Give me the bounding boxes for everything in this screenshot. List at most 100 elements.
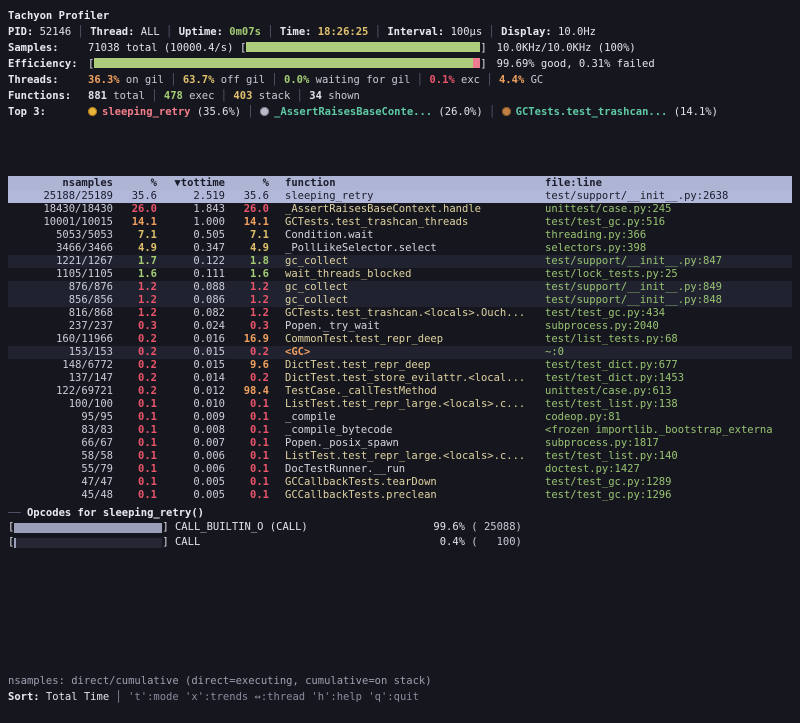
profiler-window: Tachyon Profiler PID: 52146 │ Thread: AL…: [0, 0, 800, 723]
file-line-cell: unittest/case.py:245: [537, 203, 792, 216]
file-line-cell: codeop.py:81: [537, 411, 792, 424]
opcode-bar: [14, 523, 162, 533]
efficiency-line: Efficiency:[]99.69% good, 0.31% failed: [8, 56, 792, 72]
tottime-cell: 0.122: [157, 255, 225, 268]
silver-medal-icon: [260, 107, 269, 116]
function-count-value: 478: [164, 90, 183, 102]
samples-bar-close-bracket: ]: [480, 42, 486, 54]
table-row[interactable]: 55/790.10.0060.1DocTestRunner.__rundocte…: [8, 463, 792, 476]
pct-direct-cell: 1.6: [113, 268, 157, 281]
nsamples-cell: 153/153: [8, 346, 113, 359]
pct-cumulative-cell: 0.2: [225, 346, 269, 359]
pct-direct-cell: 1.2: [113, 281, 157, 294]
nsamples-cell: 58/58: [8, 450, 113, 463]
opcode-count: ( 25088): [465, 520, 522, 535]
pct-cumulative-cell: 0.1: [225, 424, 269, 437]
table-row[interactable]: 816/8681.20.0821.2GCTests.test_trashcan.…: [8, 307, 792, 320]
table-row[interactable]: 3466/34664.90.3474.9_PollLikeSelector.se…: [8, 242, 792, 255]
functions-line: Functions:881 total │ 478 exec │ 403 sta…: [8, 88, 792, 104]
separator: │: [145, 90, 164, 102]
table-row[interactable]: 122/697210.20.01298.4TestCase._callTestM…: [8, 385, 792, 398]
function-cell: GCCallbackTests.preclean: [269, 489, 537, 502]
threads-label: Threads:: [8, 72, 88, 88]
pct-direct-cell: 0.1: [113, 489, 157, 502]
nsamples-cell: 1221/1267: [8, 255, 113, 268]
tottime-cell: 0.005: [157, 476, 225, 489]
pct-direct-cell: 4.9: [113, 242, 157, 255]
file-line-cell: test/test_gc.py:434: [537, 307, 792, 320]
pct-cumulative-cell: 1.2: [225, 294, 269, 307]
pct-cumulative-cell: 0.1: [225, 476, 269, 489]
separator: │: [261, 26, 280, 38]
pct-cumulative-cell: 9.6: [225, 359, 269, 372]
table-row[interactable]: 1221/12671.70.1221.8gc_collecttest/suppo…: [8, 255, 792, 268]
function-cell: DictTest.test_repr_deep: [269, 359, 537, 372]
nsamples-cell: 160/11966: [8, 333, 113, 346]
file-line-cell: test/support/__init__.py:848: [537, 294, 792, 307]
header-file-line[interactable]: file:line: [537, 176, 792, 190]
pct-direct-cell: 0.1: [113, 463, 157, 476]
efficiency-bar-good-fill: [94, 58, 472, 68]
table-row[interactable]: 100/1000.10.0100.1ListTest.test_repr_lar…: [8, 398, 792, 411]
header-pct-direct[interactable]: %: [113, 176, 157, 190]
table-row[interactable]: 856/8561.20.0861.2gc_collecttest/support…: [8, 294, 792, 307]
table-row[interactable]: 10001/1001514.11.00014.1GCTests.test_tra…: [8, 216, 792, 229]
file-line-cell: test/lock_tests.py:25: [537, 268, 792, 281]
nsamples-cell: 83/83: [8, 424, 113, 437]
stat-label: Uptime:: [179, 26, 230, 38]
separator: │: [482, 26, 501, 38]
pct-direct-cell: 0.2: [113, 359, 157, 372]
table-row[interactable]: 148/67720.20.0159.6DictTest.test_repr_de…: [8, 359, 792, 372]
tottime-cell: 2.519: [157, 190, 225, 203]
separator: │: [160, 26, 179, 38]
header-tottime-sorted[interactable]: ▼tottime: [157, 176, 225, 190]
thread-state-name: GC: [524, 74, 543, 86]
table-row[interactable]: 1105/11051.60.1111.6wait_threads_blocked…: [8, 268, 792, 281]
header-nsamples[interactable]: nsamples: [8, 176, 113, 190]
table-row[interactable]: 5053/50537.10.5057.1Condition.waitthread…: [8, 229, 792, 242]
file-line-cell: test/support/__init__.py:2638: [537, 190, 792, 203]
pct-cumulative-cell: 1.2: [225, 307, 269, 320]
table-row[interactable]: 153/1530.20.0150.2<GC>~:0: [8, 346, 792, 359]
table-row[interactable]: 18430/1843026.01.84326.0_AssertRaisesBas…: [8, 203, 792, 216]
pct-direct-cell: 1.2: [113, 307, 157, 320]
file-line-cell: test/test_gc.py:1296: [537, 489, 792, 502]
nsamples-cell: 876/876: [8, 281, 113, 294]
stat-value: ALL: [141, 26, 160, 38]
table-row[interactable]: 160/119660.20.01616.9CommonTest.test_rep…: [8, 333, 792, 346]
pct-cumulative-cell: 26.0: [225, 203, 269, 216]
file-line-cell: selectors.py:398: [537, 242, 792, 255]
table-row[interactable]: 83/830.10.0080.1_compile_bytecode<frozen…: [8, 424, 792, 437]
header-pct-cumulative[interactable]: %: [225, 176, 269, 190]
tottime-cell: 0.014: [157, 372, 225, 385]
stat-label: PID:: [8, 26, 40, 38]
efficiency-summary-text: 99.69% good, 0.31% failed: [497, 58, 655, 70]
threads-line: Threads:36.3% on gil │ 63.7% off gil │ 0…: [8, 72, 792, 88]
pct-cumulative-cell: 0.1: [225, 398, 269, 411]
table-row[interactable]: 237/2370.30.0240.3Popen._try_waitsubproc…: [8, 320, 792, 333]
separator: │: [214, 90, 233, 102]
function-cell: wait_threads_blocked: [269, 268, 537, 281]
table-row[interactable]: 47/470.10.0050.1GCCallbackTests.tearDown…: [8, 476, 792, 489]
top-function-name[interactable]: _AssertRaisesBaseConte...: [274, 106, 432, 118]
tottime-cell: 0.347: [157, 242, 225, 255]
table-row[interactable]: 25188/2518935.62.51935.6sleeping_retryte…: [8, 190, 792, 203]
file-line-cell: subprocess.py:1817: [537, 437, 792, 450]
samples-bar: [246, 42, 480, 52]
function-count-name: exec: [183, 90, 215, 102]
table-row[interactable]: 45/480.10.0050.1GCCallbackTests.preclean…: [8, 489, 792, 502]
thread-state-pct: 63.7%: [183, 74, 215, 86]
table-row[interactable]: 95/950.10.0090.1_compilecodeop.py:81: [8, 411, 792, 424]
top-function-name[interactable]: sleeping_retry: [102, 106, 191, 118]
table-row[interactable]: 876/8761.20.0881.2gc_collecttest/support…: [8, 281, 792, 294]
table-row[interactable]: 58/580.10.0060.1ListTest.test_repr_large…: [8, 450, 792, 463]
top-function-name[interactable]: GCTests.test_trashcan...: [516, 106, 668, 118]
app-title: Tachyon Profiler: [8, 10, 109, 22]
nsamples-cell: 18430/18430: [8, 203, 113, 216]
table-row[interactable]: 137/1470.20.0140.2DictTest.test_store_ev…: [8, 372, 792, 385]
file-line-cell: threading.py:366: [537, 229, 792, 242]
separator: │: [71, 26, 90, 38]
header-function[interactable]: function: [269, 176, 537, 190]
footer-sort-line: Sort: Total Time │ 't':mode 'x':trends ↔…: [8, 689, 432, 705]
table-row[interactable]: 66/670.10.0070.1Popen._posix_spawnsubpro…: [8, 437, 792, 450]
